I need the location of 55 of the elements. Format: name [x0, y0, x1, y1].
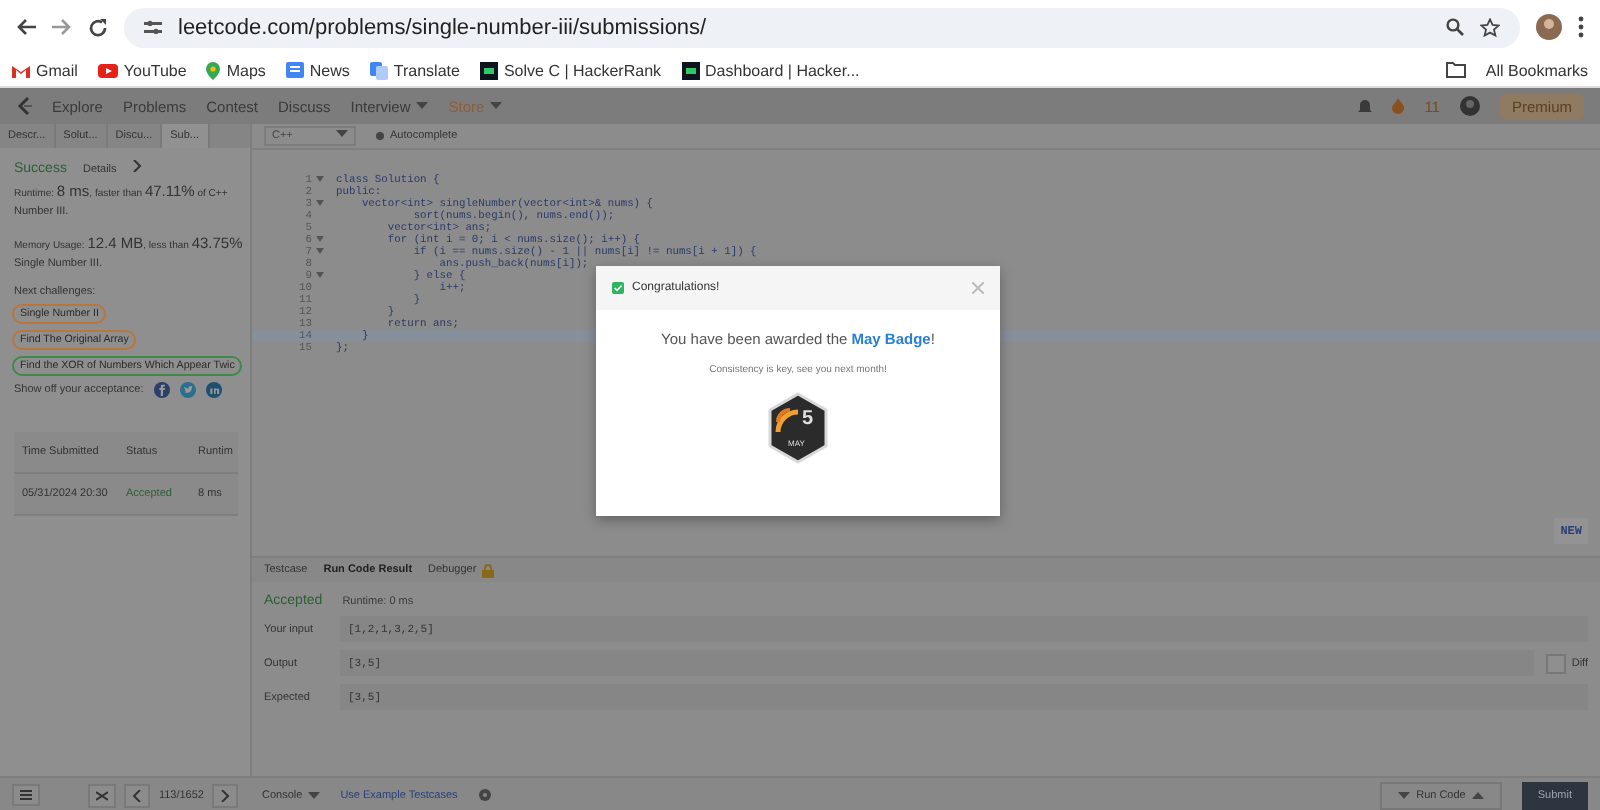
twitter-icon[interactable] — [179, 382, 196, 398]
bell-icon[interactable] — [1358, 98, 1373, 114]
caret-icon — [490, 102, 503, 110]
problem-list-button[interactable] — [12, 784, 40, 806]
caret-icon — [1471, 791, 1484, 799]
bookmark-link[interactable]: YouTube — [123, 61, 187, 79]
back-arrow-icon[interactable] — [16, 18, 36, 36]
forward-arrow-icon[interactable] — [52, 18, 72, 36]
bookmark-link[interactable]: Dashboard | Hacker... — [705, 61, 860, 79]
avatar-icon[interactable] — [1459, 96, 1480, 116]
fold-caret-icon[interactable] — [316, 272, 324, 278]
close-icon[interactable] — [972, 282, 984, 294]
caret-icon — [308, 791, 321, 799]
facebook-icon[interactable] — [153, 382, 170, 398]
reload-icon[interactable] — [88, 17, 108, 37]
hackerrank-icon — [681, 61, 700, 79]
bookmark-link[interactable]: News — [309, 61, 350, 79]
checkbox-icon — [612, 282, 624, 294]
dot-icon — [376, 132, 384, 140]
chevron-icon — [220, 789, 230, 801]
fold-caret-icon[interactable] — [316, 200, 324, 206]
previous-button[interactable] — [124, 783, 151, 807]
logo-icon[interactable] — [16, 96, 32, 116]
list-icon — [20, 790, 32, 800]
bookmark-link[interactable]: Solve C | HackerRank — [503, 61, 662, 79]
address-bar[interactable]: leetcode.com/problems/single-number-iii/submissions/ — [124, 7, 1520, 47]
bookmark-link[interactable]: Translate — [393, 61, 460, 79]
star-icon[interactable] — [1480, 17, 1500, 37]
diff-toggle[interactable] — [1545, 653, 1566, 673]
translate-icon — [369, 61, 388, 79]
fold-caret-icon[interactable] — [316, 176, 324, 182]
caret-icon — [336, 130, 348, 138]
bookmark-link[interactable]: Maps — [226, 61, 266, 79]
fold-caret-icon[interactable] — [316, 236, 324, 242]
next-button[interactable] — [212, 783, 238, 807]
caret-icon — [416, 102, 429, 110]
map-pin-icon — [206, 61, 221, 79]
mail-icon — [12, 63, 30, 77]
bookmark-link[interactable]: Gmail — [36, 61, 78, 79]
shuffle-icon — [96, 789, 109, 801]
settings-icon[interactable] — [477, 788, 492, 802]
linkedin-icon[interactable] — [205, 382, 222, 398]
url-text: leetcode.com/problems/single-number-iii/submissions/ — [178, 15, 707, 39]
shuffle-button[interactable] — [88, 783, 117, 807]
news-icon — [285, 62, 304, 78]
zoom-icon[interactable] — [1446, 18, 1464, 36]
all-bookmarks-link[interactable]: All Bookmarks — [1485, 61, 1588, 79]
fold-caret-icon[interactable] — [316, 248, 324, 254]
site-settings-icon[interactable] — [144, 19, 162, 35]
more-icon[interactable] — [1578, 16, 1584, 38]
chevron-icon — [132, 160, 143, 172]
chevron-icon — [132, 789, 143, 801]
folder-icon — [1445, 62, 1466, 78]
hackerrank-icon — [479, 61, 498, 79]
avatar-icon[interactable] — [1536, 14, 1562, 40]
